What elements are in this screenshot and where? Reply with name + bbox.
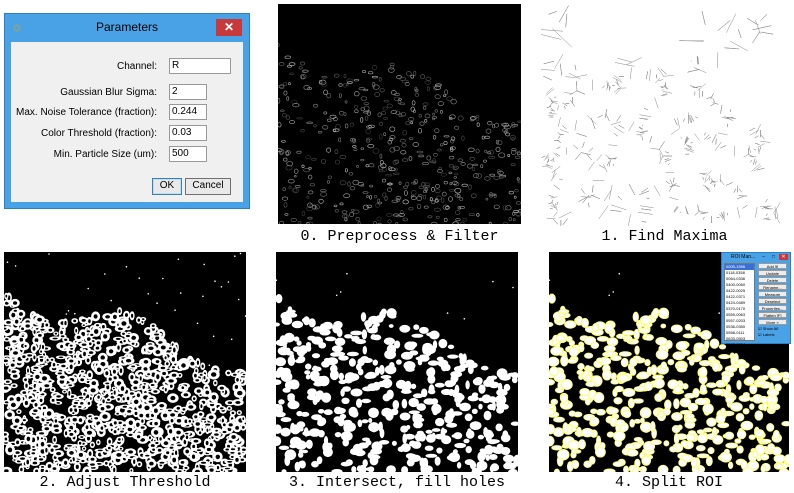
dialog-titlebar[interactable]: ☼ Parameters ✕ (5, 14, 249, 41)
labels-checkbox[interactable]: ☑ Labels (758, 332, 787, 338)
intersect-image (276, 252, 518, 472)
cancel-button[interactable]: Cancel (185, 178, 231, 195)
parameters-dialog: ☼ Parameters ✕ Channel: R Gaussian Blur … (4, 13, 250, 209)
roi-list[interactable]: 0005-1596 0118-0358 0064-0336 0400-0060 0422… (724, 263, 755, 347)
roi-button-column: Add [t] Update Delete Rename... Measure Desel… (758, 263, 787, 338)
roi-button[interactable]: Update (758, 270, 787, 276)
dialog-title: Parameters (95, 20, 159, 34)
color-threshold-field[interactable]: 0.03 (169, 125, 207, 141)
maximize-icon[interactable]: □ (769, 254, 778, 260)
minimize-icon[interactable]: – (759, 254, 768, 260)
roi-button[interactable]: Properties... (758, 305, 787, 311)
channel-label: Channel: (116, 61, 157, 72)
roi-button[interactable]: Rename... (758, 284, 787, 290)
dialog-client-area: Channel: R Gaussian Blur Sigma: 2 Max. N… (11, 42, 243, 202)
preprocess-image (278, 4, 521, 224)
roi-button[interactable]: Delete (758, 277, 787, 283)
noise-tolerance-label: Max. Noise Tolerance (fraction): (16, 107, 157, 118)
noise-tolerance-field[interactable]: 0.244 (169, 104, 207, 120)
min-particle-size-label: Min. Particle Size (um): (53, 149, 157, 160)
roi-button[interactable]: Flatten [F] (758, 312, 787, 318)
close-icon[interactable]: ✕ (216, 19, 242, 36)
maxima-image (541, 4, 788, 226)
channel-field[interactable]: R (169, 58, 231, 74)
caption-split: 4. Split ROI (614, 474, 724, 491)
roi-button[interactable]: Deselect (758, 298, 787, 304)
roi-close-icon[interactable]: ✕ (779, 254, 788, 260)
caption-maxima: 1. Find Maxima (601, 228, 728, 245)
roi-button[interactable]: More » (758, 319, 787, 325)
roi-button[interactable]: Add [t] (758, 263, 787, 269)
caption-preprocess: 0. Preprocess & Filter (300, 228, 499, 245)
gaussian-sigma-label: Gaussian Blur Sigma: (60, 87, 157, 98)
caption-intersect: 3. Intersect, fill holes (288, 474, 506, 491)
min-particle-size-field[interactable]: 500 (169, 146, 207, 162)
caption-threshold: 2. Adjust Threshold (39, 474, 211, 491)
roi-manager-window: ROI Man... – □ ✕ 0005-1596 0118-0358 0064-… (721, 252, 791, 347)
ok-button[interactable]: OK (152, 178, 182, 195)
roi-button[interactable]: Measure (758, 291, 787, 297)
roi-manager-title: ROI Man... (731, 254, 756, 260)
threshold-image (4, 252, 246, 472)
gaussian-sigma-field[interactable]: 2 (169, 84, 207, 100)
roi-list-item[interactable]: 0577-0734 (725, 342, 754, 348)
color-threshold-label: Color Threshold (fraction): (41, 128, 157, 139)
